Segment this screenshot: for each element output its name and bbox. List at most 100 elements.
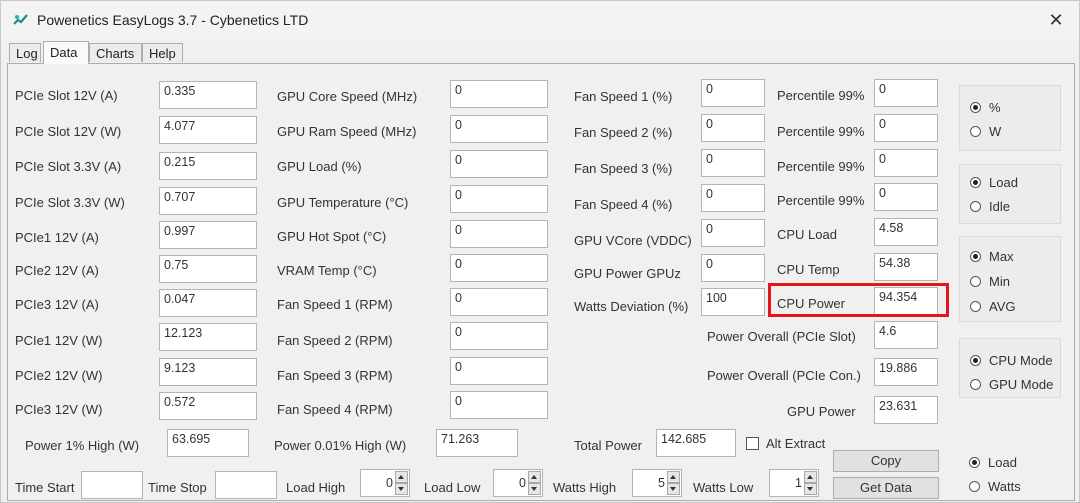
stepper-up-arrow-icon[interactable] (804, 471, 817, 483)
radio-cpu-mode[interactable]: CPU Mode (970, 353, 1053, 368)
load-low-stepper[interactable]: 0 (493, 469, 543, 497)
field-pcie1-12v-w[interactable]: 12.123 (159, 323, 257, 351)
stepper-down-arrow-icon[interactable] (395, 483, 408, 495)
field-cpu-power[interactable]: 94.354 (874, 287, 938, 315)
radio-unit-watts[interactable]: W (970, 124, 1001, 139)
stepper-up-arrow-icon[interactable] (667, 471, 680, 483)
field-percentile-99-4[interactable]: 0 (874, 183, 938, 211)
field-pcie-slot-33v-w[interactable]: 0.707 (159, 187, 257, 215)
load-high-stepper[interactable]: 0 (360, 469, 410, 497)
field-fan-speed-1-rpm[interactable]: 0 (450, 288, 548, 316)
radio-source-load[interactable]: Load (969, 455, 1017, 470)
label-fan-speed-2-rpm: Fan Speed 2 (RPM) (277, 333, 393, 348)
tab-data[interactable]: Data (43, 41, 89, 64)
label-pcie-slot-33v-a: PCIe Slot 3.3V (A) (15, 159, 122, 174)
radio-dot (970, 102, 981, 113)
stepper-down-arrow-icon[interactable] (528, 483, 541, 495)
time-stop-input[interactable] (215, 471, 277, 499)
radio-state-idle[interactable]: Idle (970, 199, 1010, 214)
radio-stat-avg[interactable]: AVG (970, 299, 1016, 314)
tab-log[interactable]: Log (9, 43, 41, 62)
radio-dot (970, 355, 981, 366)
field-power-1pct-high[interactable]: 63.695 (167, 429, 249, 457)
radio-state-load[interactable]: Load (970, 175, 1018, 190)
field-fan-speed-2-rpm[interactable]: 0 (450, 322, 548, 350)
label-pcie1-12v-w: PCIe1 12V (W) (15, 333, 103, 348)
field-pcie3-12v-a[interactable]: 0.047 (159, 289, 257, 317)
stepper-value: 1 (795, 476, 802, 490)
field-pcie3-12v-w[interactable]: 0.572 (159, 392, 257, 420)
close-button[interactable]: ✕ (1041, 5, 1071, 35)
radio-source-watts[interactable]: Watts (969, 479, 1021, 494)
field-gpu-power-gpuz[interactable]: 0 (701, 254, 765, 282)
field-pcie-slot-12v-a[interactable]: 0.335 (159, 81, 257, 109)
alt-extract-checkbox[interactable]: Alt Extract (746, 436, 825, 451)
app-window: Powenetics EasyLogs 3.7 - Cybenetics LTD… (0, 0, 1080, 503)
label-load-high: Load High (286, 480, 346, 495)
stepper-up-arrow-icon[interactable] (528, 471, 541, 483)
field-fan-speed-2-pct[interactable]: 0 (701, 114, 765, 142)
field-percentile-99-1[interactable]: 0 (874, 79, 938, 107)
label-pcie-slot-12v-w: PCIe Slot 12V (W) (15, 124, 122, 139)
field-watts-deviation[interactable]: 100 (701, 288, 765, 316)
field-power-overall-pcie-slot[interactable]: 4.6 (874, 321, 938, 349)
field-vram-temp[interactable]: 0 (450, 254, 548, 282)
field-gpu-core-speed[interactable]: 0 (450, 80, 548, 108)
tab-charts[interactable]: Charts (89, 43, 142, 62)
window-title: Powenetics EasyLogs 3.7 - Cybenetics LTD (37, 12, 309, 28)
field-total-power[interactable]: 142.685 (656, 429, 736, 457)
field-fan-speed-4-rpm[interactable]: 0 (450, 391, 548, 419)
radio-dot (970, 201, 981, 212)
get-data-button[interactable]: Get Data (833, 477, 939, 499)
radio-gpu-mode[interactable]: GPU Mode (970, 377, 1053, 392)
label-gpu-power: GPU Power (787, 404, 856, 419)
label-fan-speed-4-pct: Fan Speed 4 (%) (574, 197, 673, 212)
label-time-stop: Time Stop (148, 480, 207, 495)
label-cpu-load: CPU Load (777, 227, 837, 242)
stepper-down-arrow-icon[interactable] (804, 483, 817, 495)
field-fan-speed-3-rpm[interactable]: 0 (450, 357, 548, 385)
field-percentile-99-3[interactable]: 0 (874, 149, 938, 177)
label-fan-speed-3-rpm: Fan Speed 3 (RPM) (277, 368, 393, 383)
copy-button[interactable]: Copy (833, 450, 939, 472)
field-gpu-ram-speed[interactable]: 0 (450, 115, 548, 143)
field-pcie2-12v-w[interactable]: 9.123 (159, 358, 257, 386)
label-gpu-core-speed: GPU Core Speed (MHz) (277, 89, 418, 104)
field-gpu-hot-spot[interactable]: 0 (450, 220, 548, 248)
field-pcie-slot-12v-w[interactable]: 4.077 (159, 116, 257, 144)
stepper-up-arrow-icon[interactable] (395, 471, 408, 483)
radio-dot (970, 379, 981, 390)
field-pcie-slot-33v-a[interactable]: 0.215 (159, 152, 257, 180)
mode-option-group: CPU Mode GPU Mode (959, 338, 1061, 398)
label-percentile-99-2: Percentile 99% (777, 124, 865, 139)
radio-unit-percent[interactable]: % (970, 100, 1001, 115)
watts-low-stepper[interactable]: 1 (769, 469, 819, 497)
field-gpu-temperature[interactable]: 0 (450, 185, 548, 213)
field-fan-speed-1-pct[interactable]: 0 (701, 79, 765, 107)
label-vram-temp: VRAM Temp (°C) (277, 263, 377, 278)
field-power-overall-pcie-con[interactable]: 19.886 (874, 358, 938, 386)
radio-stat-max[interactable]: Max (970, 249, 1014, 264)
radio-dot (970, 177, 981, 188)
watts-high-stepper[interactable]: 5 (632, 469, 682, 497)
stepper-down-arrow-icon[interactable] (667, 483, 680, 495)
label-gpu-hot-spot: GPU Hot Spot (°C) (277, 229, 387, 244)
field-pcie1-12v-a[interactable]: 0.997 (159, 221, 257, 249)
radio-dot (970, 251, 981, 262)
field-cpu-load[interactable]: 4.58 (874, 218, 938, 246)
field-gpu-power[interactable]: 23.631 (874, 396, 938, 424)
time-start-input[interactable] (81, 471, 143, 499)
label-fan-speed-2-pct: Fan Speed 2 (%) (574, 125, 673, 140)
label-total-power: Total Power (574, 438, 642, 453)
field-gpu-load[interactable]: 0 (450, 150, 548, 178)
field-power-001pct-high[interactable]: 71.263 (436, 429, 518, 457)
radio-stat-min[interactable]: Min (970, 274, 1010, 289)
field-fan-speed-4-pct[interactable]: 0 (701, 184, 765, 212)
tab-help[interactable]: Help (142, 43, 183, 62)
field-gpu-vcore[interactable]: 0 (701, 219, 765, 247)
field-fan-speed-3-pct[interactable]: 0 (701, 149, 765, 177)
field-pcie2-12v-a[interactable]: 0.75 (159, 255, 257, 283)
field-percentile-99-2[interactable]: 0 (874, 114, 938, 142)
label-fan-speed-1-pct: Fan Speed 1 (%) (574, 89, 673, 104)
field-cpu-temp[interactable]: 54.38 (874, 253, 938, 281)
